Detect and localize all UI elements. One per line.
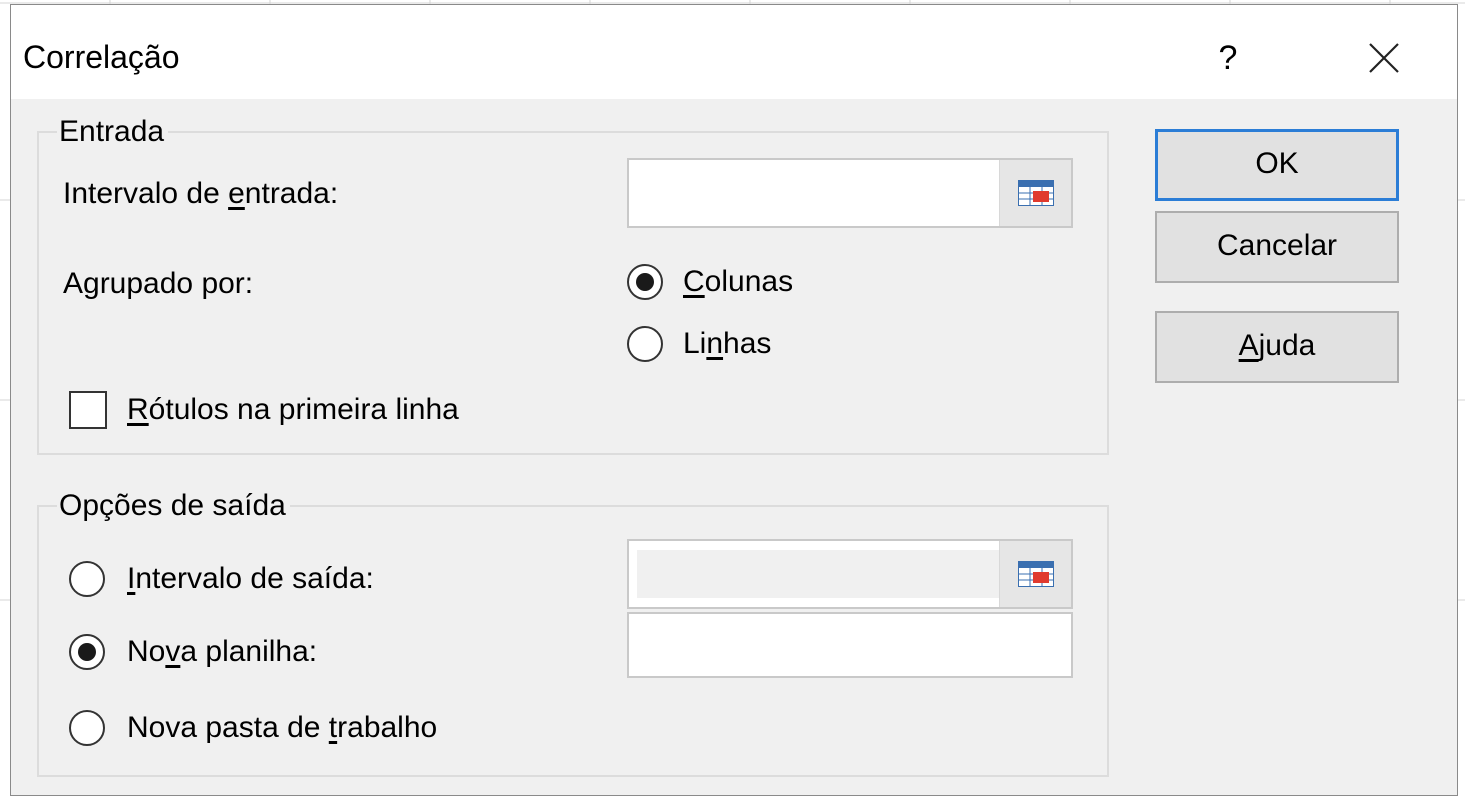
new-sheet-label[interactable]: Nova planilha: <box>127 635 317 669</box>
input-range-label: Intervalo de entrada: <box>63 177 339 210</box>
input-group-legend: Entrada <box>57 115 169 149</box>
new-sheet-name-field[interactable] <box>627 612 1073 678</box>
help-button-label: juda <box>1258 329 1316 362</box>
grouped-by-label: Agrupado por: <box>63 267 254 300</box>
ok-button[interactable]: OK <box>1155 129 1399 201</box>
help-button-mnemonic: A <box>1238 329 1259 362</box>
input-range-selector-button[interactable] <box>999 160 1071 226</box>
output-range-selector-button[interactable] <box>999 541 1071 607</box>
help-button[interactable]: Ajuda <box>1155 311 1399 383</box>
output-range-label[interactable]: Intervalo de saída: <box>127 562 374 596</box>
columns-label[interactable]: Colunas <box>683 265 793 299</box>
labels-first-row-checkbox[interactable] <box>69 391 107 429</box>
output-group-legend: Opções de saída <box>57 489 290 523</box>
range-selector-icon <box>1018 561 1054 587</box>
output-range-radio[interactable] <box>69 561 105 597</box>
rows-label[interactable]: Linhas <box>683 327 771 361</box>
new-workbook-label[interactable]: Nova pasta de trabalho <box>127 711 437 745</box>
help-icon-button[interactable]: ? <box>1193 25 1263 91</box>
correlation-dialog: Correlação ? Entrada Intervalo de entrad… <box>10 4 1458 796</box>
cancel-button[interactable]: Cancelar <box>1155 211 1399 283</box>
rows-radio[interactable] <box>627 326 663 362</box>
new-sheet-radio[interactable] <box>69 634 105 670</box>
columns-radio[interactable] <box>627 264 663 300</box>
close-icon <box>1369 43 1399 73</box>
labels-first-row-label[interactable]: Rótulos na primeira linha <box>127 393 459 427</box>
range-selector-icon <box>1018 180 1054 206</box>
title-bar: Correlação ? <box>11 5 1457 99</box>
new-workbook-radio[interactable] <box>69 710 105 746</box>
dialog-title: Correlação <box>23 39 180 75</box>
close-button[interactable] <box>1349 25 1419 91</box>
